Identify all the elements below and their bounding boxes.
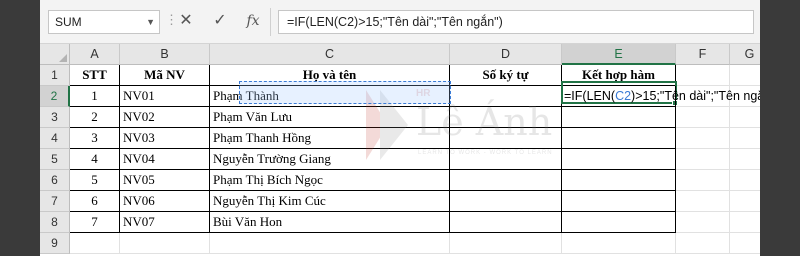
formula-prefix: =IF(LEN( bbox=[564, 89, 616, 103]
cell-ket-hop-ham[interactable] bbox=[562, 191, 676, 212]
column-header-e[interactable]: E bbox=[562, 44, 676, 65]
row-header-3[interactable]: 3 bbox=[40, 107, 70, 128]
cell-ma-nv[interactable]: NV03 bbox=[120, 128, 210, 149]
cell-stt[interactable]: 2 bbox=[70, 107, 120, 128]
cell-so-ky-tu[interactable] bbox=[450, 107, 562, 128]
cell-ma-nv[interactable]: NV07 bbox=[120, 212, 210, 233]
cell-ket-hop-ham[interactable] bbox=[562, 149, 676, 170]
cell-b9[interactable] bbox=[120, 233, 210, 254]
cell-stt[interactable]: 3 bbox=[70, 128, 120, 149]
cell-ket-hop-ham[interactable] bbox=[562, 107, 676, 128]
column-header-b[interactable]: B bbox=[120, 44, 210, 65]
insert-function-icon[interactable]: fx bbox=[243, 11, 263, 31]
cell-so-ky-tu[interactable] bbox=[450, 191, 562, 212]
cell-g1[interactable] bbox=[730, 65, 760, 86]
cell-g9[interactable] bbox=[730, 233, 760, 254]
column-header-f[interactable]: F bbox=[676, 44, 730, 65]
cell-ho-ten[interactable]: Phạm Văn Lưu bbox=[210, 107, 450, 128]
formula-input[interactable]: =IF(LEN(C2)>15;"Tên dài";"Tên ngắn") bbox=[278, 10, 754, 34]
row-header-1[interactable]: 1 bbox=[40, 65, 70, 86]
cell-ho-ten[interactable]: Phạm Thị Bích Ngọc bbox=[210, 170, 450, 191]
formula-suffix: )>15;"Tên dài";"Tên ngắn") bbox=[631, 89, 760, 103]
row-header-4[interactable]: 4 bbox=[40, 128, 70, 149]
header-cell-ho-ten[interactable]: Họ và tên bbox=[210, 65, 450, 86]
active-cell-e2[interactable]: =IF(LEN(C2)>15;"Tên dài";"Tên ngắn") bbox=[562, 86, 760, 107]
cell-ma-nv[interactable]: NV02 bbox=[120, 107, 210, 128]
cell-ma-nv[interactable]: NV05 bbox=[120, 170, 210, 191]
column-header-g[interactable]: G bbox=[730, 44, 760, 65]
cell-ho-ten[interactable]: Nguyễn Trường Giang bbox=[210, 149, 450, 170]
cell-ho-ten[interactable]: Bùi Văn Hon bbox=[210, 212, 450, 233]
row-header-2[interactable]: 2 bbox=[40, 86, 70, 107]
cell-f5[interactable] bbox=[676, 149, 730, 170]
cell-f3[interactable] bbox=[676, 107, 730, 128]
cancel-icon[interactable]: ✕ bbox=[176, 11, 196, 31]
cell-f4[interactable] bbox=[676, 128, 730, 149]
row-header-9[interactable]: 9 bbox=[40, 233, 70, 254]
cell-ma-nv[interactable]: NV06 bbox=[120, 191, 210, 212]
header-cell-ma-nv[interactable]: Mã NV bbox=[120, 65, 210, 86]
cell-so-ky-tu[interactable] bbox=[450, 212, 562, 233]
row-header-7[interactable]: 7 bbox=[40, 191, 70, 212]
row-header-6[interactable]: 6 bbox=[40, 170, 70, 191]
cell-ho-ten[interactable]: Nguyễn Thị Kim Cúc bbox=[210, 191, 450, 212]
cell-g4[interactable] bbox=[730, 128, 760, 149]
name-box-value: SUM bbox=[55, 15, 82, 29]
header-cell-stt[interactable]: STT bbox=[70, 65, 120, 86]
select-all-corner[interactable] bbox=[40, 44, 70, 65]
chevron-down-icon[interactable]: ▼ bbox=[146, 11, 155, 33]
cell-d9[interactable] bbox=[450, 233, 562, 254]
row-header-8[interactable]: 8 bbox=[40, 212, 70, 233]
cell-stt[interactable]: 4 bbox=[70, 149, 120, 170]
cell-ket-hop-ham[interactable] bbox=[562, 170, 676, 191]
cell-stt[interactable]: 6 bbox=[70, 191, 120, 212]
cell-ho-ten[interactable]: Phạm Thành bbox=[210, 86, 450, 107]
cell-stt[interactable]: 7 bbox=[70, 212, 120, 233]
cell-f8[interactable] bbox=[676, 212, 730, 233]
excel-window: SUM ▼ ⋮ ✕ ✓ fx =IF(LEN(C2)>15;"Tên dài";… bbox=[40, 0, 760, 256]
cell-a9[interactable] bbox=[70, 233, 120, 254]
cell-so-ky-tu[interactable] bbox=[450, 149, 562, 170]
cell-f1[interactable] bbox=[676, 65, 730, 86]
cell-ma-nv[interactable]: NV01 bbox=[120, 86, 210, 107]
column-header-d[interactable]: D bbox=[450, 44, 562, 65]
cell-so-ky-tu[interactable] bbox=[450, 128, 562, 149]
checkmark-icon[interactable]: ✓ bbox=[210, 11, 230, 31]
cell-ma-nv[interactable]: NV04 bbox=[120, 149, 210, 170]
cell-so-ky-tu[interactable] bbox=[450, 170, 562, 191]
cell-g6[interactable] bbox=[730, 170, 760, 191]
formula-bar-divider bbox=[270, 8, 271, 36]
cell-g8[interactable] bbox=[730, 212, 760, 233]
cell-so-ky-tu[interactable] bbox=[450, 86, 562, 107]
cell-g7[interactable] bbox=[730, 191, 760, 212]
column-header-a[interactable]: A bbox=[70, 44, 120, 65]
cell-e9[interactable] bbox=[562, 233, 676, 254]
cell-stt[interactable]: 1 bbox=[70, 86, 120, 107]
cell-ket-hop-ham[interactable] bbox=[562, 128, 676, 149]
header-cell-so-ky-tu[interactable]: Số ký tự bbox=[450, 65, 562, 86]
cell-stt[interactable]: 5 bbox=[70, 170, 120, 191]
row-header-5[interactable]: 5 bbox=[40, 149, 70, 170]
cell-f9[interactable] bbox=[676, 233, 730, 254]
header-cell-ket-hop-ham[interactable]: Kết hợp hàm bbox=[562, 65, 676, 86]
cell-g3[interactable] bbox=[730, 107, 760, 128]
cell-ket-hop-ham[interactable] bbox=[562, 212, 676, 233]
cell-f6[interactable] bbox=[676, 170, 730, 191]
cell-ho-ten[interactable]: Phạm Thanh Hồng bbox=[210, 128, 450, 149]
formula-bar: SUM ▼ ⋮ ✕ ✓ fx =IF(LEN(C2)>15;"Tên dài";… bbox=[40, 0, 760, 44]
column-header-c[interactable]: C bbox=[210, 44, 450, 65]
cell-f7[interactable] bbox=[676, 191, 730, 212]
name-box[interactable]: SUM ▼ bbox=[48, 10, 160, 34]
cell-c9[interactable] bbox=[210, 233, 450, 254]
cell-g5[interactable] bbox=[730, 149, 760, 170]
formula-reference: C2 bbox=[615, 89, 632, 103]
